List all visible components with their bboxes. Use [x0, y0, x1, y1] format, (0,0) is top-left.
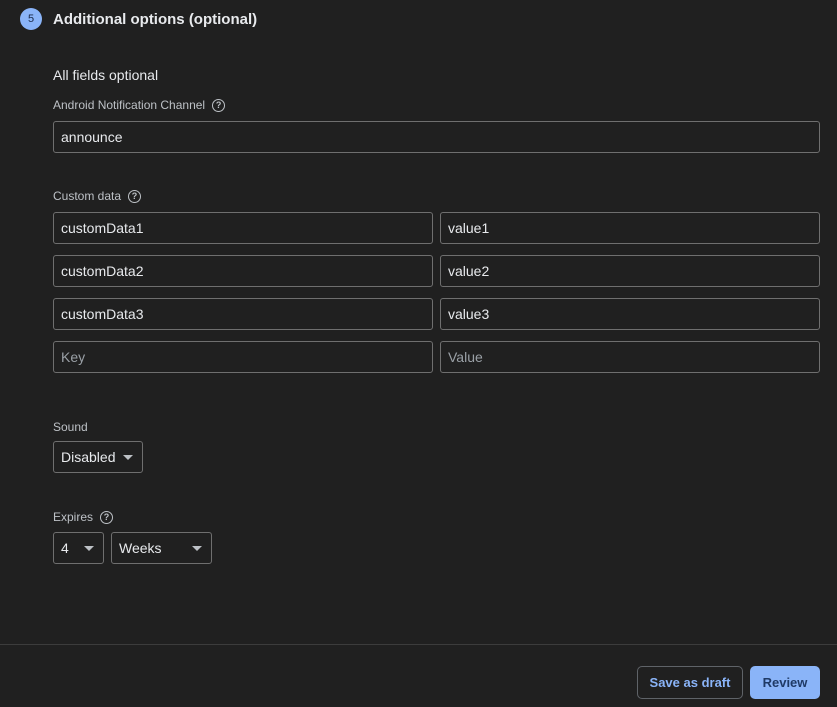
help-icon[interactable]: ? [128, 189, 142, 203]
expires-unit-value: Weeks [119, 540, 162, 556]
help-icon[interactable]: ? [212, 98, 226, 112]
notification-channel-label-text: Android Notification Channel [53, 98, 206, 112]
custom-data-value-input[interactable] [440, 298, 820, 330]
step-header[interactable]: 5 Additional options (optional) [20, 8, 257, 30]
custom-data-value-input-empty[interactable] [440, 341, 820, 373]
step-number-badge: 5 [20, 8, 42, 30]
custom-data-value-input[interactable] [440, 255, 820, 287]
expires-amount-value: 4 [61, 540, 69, 556]
expires-unit-select[interactable]: Weeks [111, 532, 212, 564]
expires-label: Expires ? [53, 510, 114, 524]
custom-data-key-input[interactable] [53, 298, 433, 330]
notification-channel-label: Android Notification Channel ? [53, 98, 226, 112]
custom-data-key-input[interactable] [53, 255, 433, 287]
custom-data-label: Custom data ? [53, 189, 142, 203]
review-button[interactable]: Review [750, 666, 820, 699]
sound-label-text: Sound [53, 420, 88, 434]
chevron-down-icon [192, 546, 202, 551]
chevron-down-icon [123, 455, 133, 460]
chevron-down-icon [84, 546, 94, 551]
footer-divider [0, 644, 837, 645]
sound-label: Sound [53, 420, 88, 434]
sound-selected-value: Disabled [61, 449, 116, 465]
help-icon[interactable]: ? [100, 510, 114, 524]
sound-select[interactable]: Disabled [53, 441, 143, 473]
additional-options-panel: 5 Additional options (optional) All fiel… [0, 0, 837, 707]
section-subheading: All fields optional [53, 67, 159, 83]
custom-data-label-text: Custom data [53, 189, 122, 203]
save-as-draft-button[interactable]: Save as draft [637, 666, 743, 699]
custom-data-key-input[interactable] [53, 212, 433, 244]
custom-data-value-input[interactable] [440, 212, 820, 244]
expires-label-text: Expires [53, 510, 94, 524]
notification-channel-input[interactable] [53, 121, 820, 153]
custom-data-key-input-empty[interactable] [53, 341, 433, 373]
step-title: Additional options (optional) [53, 10, 258, 28]
expires-amount-select[interactable]: 4 [53, 532, 104, 564]
